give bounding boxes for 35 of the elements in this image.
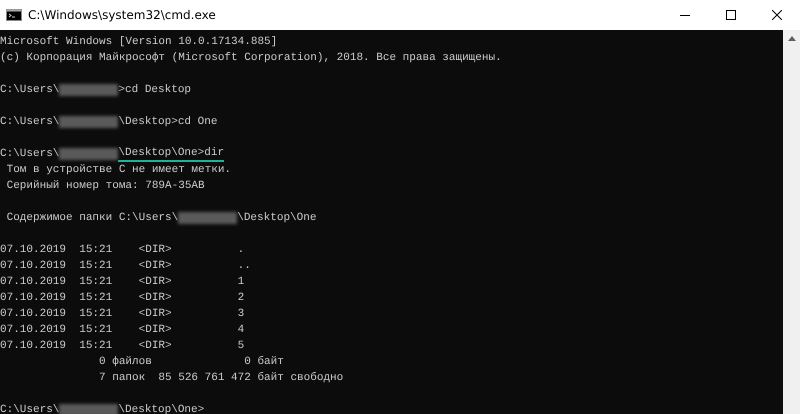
blurred-redaction: [178, 212, 238, 224]
console-text: 07.10.2019 15:21 <DIR> 2: [0, 291, 244, 306]
blurred-redaction: [59, 148, 118, 160]
console-text: C:\Users\: [0, 83, 60, 98]
console-text: >cd Desktop: [118, 83, 192, 98]
console-app-icon: [6, 9, 22, 21]
scrollbar[interactable]: [783, 30, 800, 414]
console-text: 07.10.2019 15:21 <DIR> .: [0, 243, 244, 258]
console-text: C:\Users\: [0, 115, 60, 130]
blurred-redaction: [59, 116, 118, 128]
console-text: 0 файлов 0 байт: [98, 354, 284, 370]
console-text: Microsoft Windows [Version 10.0.17134.885]: [0, 35, 278, 50]
console-text: \Desktop>cd One: [118, 115, 218, 130]
close-icon: [772, 10, 782, 20]
blurred-redaction: [59, 84, 118, 96]
console-text: 07.10.2019 15:21 <DIR> 1: [0, 275, 244, 290]
console-text: \Desktop\One: [237, 211, 316, 226]
console-text: 07.10.2019 15:21 <DIR> 3: [0, 307, 244, 322]
maximize-icon: [726, 10, 736, 20]
blurred-redaction: [59, 404, 118, 414]
console-text: Том в устройстве C не имеет метки.: [6, 163, 232, 178]
console-text: (c) Корпорация Майкрософт (Microsoft Corporation), 2018. Все права защищены.: [0, 51, 502, 66]
console-text: Серийный номер тома: 789A-35AB: [6, 179, 205, 194]
console-text: 07.10.2019 15:21 <DIR> ..: [0, 259, 251, 274]
minimize-icon: [680, 14, 690, 16]
underlined-console-text: \Desktop\One>dir: [118, 146, 224, 162]
window-title: C:\Windows\system32\cmd.exe: [28, 8, 217, 22]
console-text: \Desktop\One>: [118, 403, 204, 414]
up-arrow-icon: [788, 36, 796, 41]
console-text: C:\Users\: [0, 403, 60, 414]
console-text: 07.10.2019 15:21 <DIR> 5: [0, 339, 244, 354]
console-text: C:\Users\: [0, 147, 60, 162]
console-text: Содержимое папки C:\Users\: [6, 211, 178, 226]
console-text: 7 папок 85 526 761 472 байт свободно: [98, 370, 344, 386]
console-text: 07.10.2019 15:21 <DIR> 4: [0, 323, 244, 338]
